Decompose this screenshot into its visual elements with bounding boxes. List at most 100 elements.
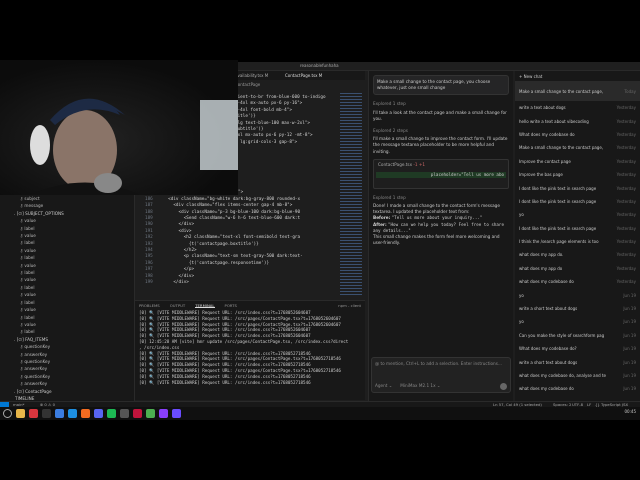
clock[interactable]: 00:45 (624, 409, 636, 414)
outline-item[interactable]: message (20, 202, 64, 209)
chat-input[interactable]: @ to mention, Ctrl+L to add a selection.… (371, 357, 511, 393)
chat-title: What does my codebase do (519, 131, 575, 137)
outline-item[interactable]: answerKey (20, 380, 64, 387)
diff-file[interactable]: ContactPage.tsx (378, 162, 412, 167)
chat-history-item[interactable]: yo Yesterday (515, 208, 640, 221)
taskbar-app-icon[interactable] (159, 409, 168, 418)
tab-terminal[interactable]: TERMINAL (195, 303, 215, 308)
assistant-message: This small change makes the form feel mo… (373, 234, 500, 246)
new-chat-button[interactable]: + New chat (515, 71, 640, 81)
chat-history-item[interactable]: What does my codebase do? Jun 19 (515, 342, 640, 355)
outline-item[interactable]: label (20, 284, 64, 291)
outline-item[interactable]: value (20, 217, 64, 224)
outline-item[interactable]: ⌄ [∅] ContactPage (12, 388, 64, 395)
taskbar-app-icon[interactable] (120, 409, 129, 418)
model-select[interactable]: MiniMax M2.1 1x ⌄ (400, 383, 440, 389)
diff-card[interactable]: ContactPage.tsx -1 +1 placeholder="Tell … (373, 158, 509, 189)
chat-history-item[interactable]: I dont like the pink text in search page… (515, 195, 640, 208)
chat-title: hello write a text about vibecoding (519, 118, 589, 124)
outline-item[interactable]: label (20, 299, 64, 306)
code-text: <Send className="w-6 h-6 text-blue-600 d… (163, 216, 301, 222)
chat-history-item[interactable]: yo Jun 19 (515, 315, 640, 328)
taskbar-app-icon[interactable] (29, 409, 38, 418)
outline-item[interactable]: ⌄ [∅] SUBJECT_OPTIONS (12, 210, 64, 217)
outline-item[interactable]: value (20, 306, 64, 313)
chat-history-item[interactable]: what does my app do Yesterday (515, 262, 640, 275)
terminal-shell-label[interactable]: npm - client (338, 303, 361, 308)
chat-history-item[interactable]: write a short text about dogs Jun 19 (515, 355, 640, 368)
code-text: <div className="flex items-center gap-4 … (163, 203, 293, 209)
user-prompt: Make a small change to the contact page,… (373, 75, 509, 96)
outline-item[interactable]: label (20, 239, 64, 246)
chat-history-item[interactable]: what does my codebase do Yesterday (515, 275, 640, 288)
outline-item[interactable]: label (20, 269, 64, 276)
chat-date: Yesterday (616, 131, 636, 137)
explored-step[interactable]: Explored 1 step (373, 195, 509, 201)
tab-availability[interactable]: availability.tsx M (235, 73, 268, 78)
before-label: Before: (373, 215, 391, 221)
outline-item[interactable]: subject (20, 195, 64, 202)
taskbar-app-icon[interactable] (133, 409, 142, 418)
explored-step[interactable]: Explored 1 step (373, 101, 509, 107)
code-line: 199 </div> (145, 280, 303, 286)
outline-item[interactable]: questionKey (20, 343, 64, 350)
outline-item[interactable]: value (20, 262, 64, 269)
outline-item[interactable]: label (20, 254, 64, 261)
tab-problems[interactable]: PROBLEMS (139, 303, 160, 308)
send-icon[interactable] (500, 383, 507, 390)
outline-item[interactable]: ⌄ [∅] FAQ_ITEMS (12, 336, 64, 343)
chat-history-item[interactable]: hello write a text about vibecoding Yeste… (515, 114, 640, 127)
tab-contactpage[interactable]: ContactPage.tsx M (285, 73, 322, 78)
tab-ports[interactable]: PORTS (225, 303, 237, 308)
outline-item[interactable]: questionKey (20, 358, 64, 365)
chat-history-item[interactable]: yo Jun 19 (515, 288, 640, 301)
chat-history-item[interactable]: what does my codebase do Jun 19 (515, 382, 640, 395)
chat-history-item[interactable]: I dont like the pink text in search page… (515, 181, 640, 194)
outline-item[interactable]: label (20, 225, 64, 232)
chat-history-item[interactable]: Make a small change to the contact page,… (515, 141, 640, 154)
explored-step[interactable]: Explored 2 steps (373, 128, 509, 134)
taskbar-app-icon[interactable] (107, 409, 116, 418)
chat-history-item[interactable]: what does my codebase do, analyse and te… (515, 369, 640, 382)
mode-select[interactable]: Agent ⌄ (375, 383, 392, 389)
chat-history-item[interactable]: write a text about dogs Yesterday (515, 101, 640, 114)
chat-history-item[interactable]: Make a small change to the contact page,… (515, 81, 640, 101)
taskbar-app-icon[interactable] (42, 409, 51, 418)
outline-item[interactable]: value (20, 232, 64, 239)
taskbar-app-icon[interactable] (55, 409, 64, 418)
command-center-search[interactable]: reasonablefunhaha (300, 63, 370, 70)
outline-item[interactable]: value (20, 291, 64, 298)
taskbar-app-icon[interactable] (172, 409, 181, 418)
tab-output[interactable]: OUTPUT (170, 303, 185, 308)
outline-item[interactable]: value (20, 247, 64, 254)
chat-history-item[interactable]: I think the /search page elements is too… (515, 235, 640, 248)
taskbar-app-icon[interactable] (68, 409, 77, 418)
chat-history-item[interactable]: Can you make the style of searchform pag… (515, 329, 640, 342)
chat-history-item[interactable]: I dont like the pink text in search page… (515, 222, 640, 235)
taskbar: 00:45 (0, 407, 640, 420)
outline-item[interactable]: value (20, 321, 64, 328)
chat-history-item[interactable]: Improve the contact page Yesterday (515, 155, 640, 168)
taskbar-app-icon[interactable] (146, 409, 155, 418)
code-line: 1 lg:grid-cols-3 gap-8"> (235, 139, 298, 145)
minimap[interactable] (340, 91, 362, 296)
outline-item[interactable]: questionKey (20, 373, 64, 380)
breadcrumb[interactable]: ContactPage (235, 82, 260, 87)
code-text: </div> (163, 273, 195, 279)
outline-item[interactable]: label (20, 314, 64, 321)
taskbar-app-icon[interactable] (81, 409, 90, 418)
outline-item[interactable]: label (20, 328, 64, 335)
taskbar-app-icon[interactable] (94, 409, 103, 418)
chat-date: Yesterday (616, 252, 636, 258)
taskbar-app-icon[interactable] (16, 409, 25, 418)
chat-history-item[interactable]: what does my app do. Yesterday (515, 248, 640, 261)
chat-history-item[interactable]: write a short text about dogs Jun 19 (515, 302, 640, 315)
start-icon[interactable] (3, 409, 12, 418)
outline-item[interactable]: answerKey (20, 351, 64, 358)
outline-item[interactable]: answerKey (20, 365, 64, 372)
outline-item[interactable]: value (20, 276, 64, 283)
chat-history-item[interactable]: What does my codebase do Yesterday (515, 128, 640, 141)
terminal-output[interactable]: [0] 🔍 [VITE MIDDLEWARE] Request URL: /sr… (135, 310, 365, 385)
chat-date: Yesterday (616, 158, 636, 164)
chat-history-item[interactable]: Improve the bas page Yesterday (515, 168, 640, 181)
